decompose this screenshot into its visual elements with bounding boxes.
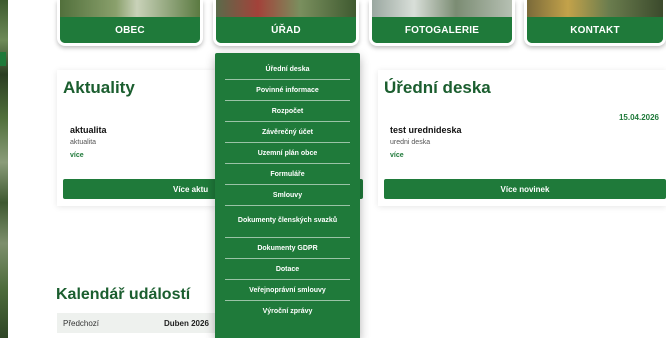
dropdown-item-dokumenty-svazku[interactable]: Dokumenty členských svazků [225, 206, 350, 238]
nav-tile-image [60, 0, 200, 18]
dropdown-item-dokumenty-gdpr[interactable]: Dokumenty GDPR [225, 238, 350, 259]
nav-tile-fotogalerie[interactable]: FOTOGALERIE [369, 0, 515, 46]
nav-tile-label: FOTOGALERIE [372, 17, 512, 43]
dropdown-item-rozpocet[interactable]: Rozpočet [225, 101, 350, 122]
urad-dropdown-menu: Úřední deska Povinné informace Rozpočet … [215, 53, 360, 338]
nav-tile-label: KONTAKT [527, 17, 663, 43]
calendar-prev-link[interactable]: Předchozí [63, 319, 99, 328]
nav-tile-urad[interactable]: ÚŘAD [213, 0, 359, 46]
calendar-title: Kalendář událostí [56, 286, 191, 303]
nav-tile-kontakt[interactable]: KONTAKT [524, 0, 666, 46]
uredni-deska-item-summary: uredni deska [390, 139, 431, 146]
dropdown-item-formulare[interactable]: Formuláře [225, 164, 350, 185]
dropdown-item-uzemni-plan[interactable]: Uzemní plán obce [225, 143, 350, 164]
dropdown-item-zaverecny-ucet[interactable]: Závěrečný účet [225, 122, 350, 143]
nav-tile-label: ÚŘAD [216, 17, 356, 43]
dropdown-item-uredni-deska[interactable]: Úřední deska [225, 59, 350, 80]
aktuality-item-summary: aktualita [70, 139, 97, 146]
nav-tile-image [216, 0, 356, 18]
calendar-nav-bar: Předchozí Duben 2026 [57, 313, 227, 333]
aktuality-title: Aktuality [63, 78, 135, 97]
left-photo-strip [0, 0, 8, 338]
uredni-deska-title: Úřední deska [384, 78, 491, 97]
dropdown-item-dotace[interactable]: Dotace [225, 259, 350, 280]
dropdown-item-povinne-informace[interactable]: Povinné informace [225, 80, 350, 101]
dropdown-item-smlouvy[interactable]: Smlouvy [225, 185, 350, 206]
dropdown-item-vyrocni-zpravy[interactable]: Výroční zprávy [225, 301, 350, 322]
uredni-deska-more-link[interactable]: více [390, 152, 404, 159]
aktuality-more-link[interactable]: více [70, 152, 84, 159]
nav-tile-image [527, 0, 663, 18]
side-tab[interactable] [0, 52, 6, 66]
dropdown-item-verejnopravni-smlouvy[interactable]: Veřejnoprávní smlouvy [225, 280, 350, 301]
nav-tile-label: OBEC [60, 17, 200, 43]
aktuality-item-title[interactable]: aktualita [70, 125, 107, 135]
nav-tile-image [372, 0, 512, 18]
calendar-month-label: Duben 2026 [164, 319, 209, 328]
page: OBEC ÚŘAD FOTOGALERIE KONTAKT Aktuality … [0, 0, 666, 338]
nav-tile-obec[interactable]: OBEC [57, 0, 203, 46]
more-notices-button[interactable]: Více novinek [384, 179, 666, 199]
uredni-deska-date: 15.04.2026 [618, 113, 659, 122]
uredni-deska-item-title[interactable]: test urednideska [390, 125, 462, 135]
